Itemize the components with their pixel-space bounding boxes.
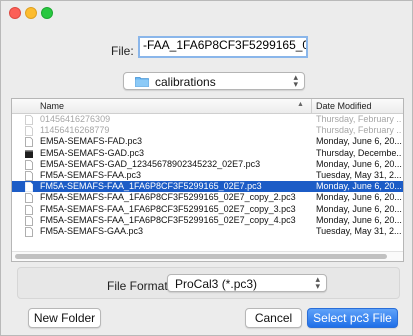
sort-ascending-icon: ▲ [297,101,304,108]
file-date: Monday, June 6, 20... [316,203,402,214]
file-label: File: [111,44,134,58]
close-window-button[interactable] [9,7,21,19]
file-row[interactable]: EM5A-SEMAFS-GAD_12345678902345232_02E7.p… [12,159,403,170]
new-folder-button[interactable]: New Folder [28,308,101,328]
file-row[interactable]: FM5A-SEMAFS-FAA_1FA6P8CF3F5299165_02E7_c… [12,192,403,204]
file-name: FM5A-SEMAFS-FAA_1FA6P8CF3F5299165_02E7_c… [40,192,296,203]
select-arrows-icon: ▴ ▾ [293,72,298,89]
file-format-label: File Format: [107,279,172,293]
column-name-header[interactable]: Name [40,101,64,111]
file-row-selected[interactable]: FM5A-SEMAFS-FAA_1FA6P8CF3F5299165_02E7.p… [12,181,403,193]
file-date: Thursday, February ... [316,125,402,136]
file-row[interactable]: 01456416276309 Thursday, February ... [12,114,403,125]
file-name: FM5A-SEMAFS-FAA_1FA6P8CF3F5299165_02E7_c… [40,203,296,214]
document-icon [25,126,33,137]
file-name: EM5A-SEMAFS-GAD_12345678902345232_02E7.p… [40,158,261,169]
file-date: Monday, June 6, 20... [316,214,402,225]
file-name: EM5A-SEMAFS-GAD.pc3 [40,147,145,158]
document-icon [25,115,33,125]
document-icon [25,137,33,148]
file-date: Thursday, February ... [316,114,402,124]
file-date: Monday, June 6, 20... [316,192,402,203]
file-row[interactable]: FM5A-SEMAFS-GAA.pc3 Tuesday, May 31, 2..… [12,226,403,237]
scrollbar-thumb[interactable] [15,254,387,259]
file-format-value: ProCal3 (*.pc3) [175,277,258,291]
file-format-select[interactable]: ProCal3 (*.pc3) ▴ ▾ [167,274,327,292]
column-date-header[interactable]: Date Modified [316,101,372,111]
minimize-window-button[interactable] [25,7,37,19]
file-row[interactable]: 11456416268779 Thursday, February ... [12,125,403,137]
file-date: Monday, June 6, 20... [316,136,402,147]
file-name: 11456416268779 [40,125,110,136]
folder-location-label: calibrations [155,75,216,89]
file-row[interactable]: FM5A-SEMAFS-FAA_1FA6P8CF3F5299165_02E7_c… [12,215,403,226]
file-row[interactable]: EM5A-SEMAFS-FAD.pc3 Monday, June 6, 20..… [12,136,403,148]
cancel-button[interactable]: Cancel [245,308,302,328]
document-icon [25,171,33,181]
file-name: 01456416276309 [40,114,111,124]
file-date: Monday, June 6, 20... [316,181,402,192]
zoom-window-button[interactable] [41,7,53,19]
select-file-button[interactable]: Select pc3 File [307,308,398,328]
folder-location-select[interactable]: calibrations ▴ ▾ [123,72,305,90]
file-name: FM5A-SEMAFS-FAA_1FA6P8CF3F5299165_02E7_c… [40,214,296,225]
file-name: FM5A-SEMAFS-FAA_1FA6P8CF3F5299165_02E7.p… [40,181,262,192]
document-icon [25,193,33,204]
file-name-input[interactable]: -FAA_1FA6P8CF3F5299165_02E7.pc3 [138,36,308,58]
column-header: Name ▲ Date Modified [12,99,403,114]
file-row[interactable]: FM5A-SEMAFS-FAA.pc3 Tuesday, May 31, 2..… [12,170,403,181]
terminal-document-icon [25,149,33,158]
document-icon [25,226,33,237]
file-browser-list[interactable]: Name ▲ Date Modified 01456416276309 Thur… [11,98,404,262]
folder-icon [135,77,149,87]
file-date: Thursday, Decembe... [316,147,402,158]
document-icon [25,182,33,193]
horizontal-scrollbar[interactable] [12,251,403,261]
file-date: Tuesday, May 31, 2... [316,225,402,236]
document-icon [25,215,33,226]
file-date: Monday, June 6, 20... [316,158,402,169]
select-arrows-icon: ▴ ▾ [315,274,320,291]
file-date: Tuesday, May 31, 2... [316,169,402,180]
file-row[interactable]: EM5A-SEMAFS-GAD.pc3 Thursday, Decembe... [12,148,403,159]
file-row[interactable]: FM5A-SEMAFS-FAA_1FA6P8CF3F5299165_02E7_c… [12,204,403,215]
title-bar [1,1,412,23]
document-icon [25,159,33,170]
file-rows: 01456416276309 Thursday, February ... 11… [12,114,403,237]
column-divider[interactable] [311,99,312,113]
file-dialog-window: File: -FAA_1FA6P8CF3F5299165_02E7.pc3 ca… [0,0,413,336]
file-name: FM5A-SEMAFS-GAA.pc3 [40,225,144,236]
file-name: FM5A-SEMAFS-FAA.pc3 [40,169,142,180]
file-name: EM5A-SEMAFS-FAD.pc3 [40,136,143,147]
document-icon [25,204,33,215]
